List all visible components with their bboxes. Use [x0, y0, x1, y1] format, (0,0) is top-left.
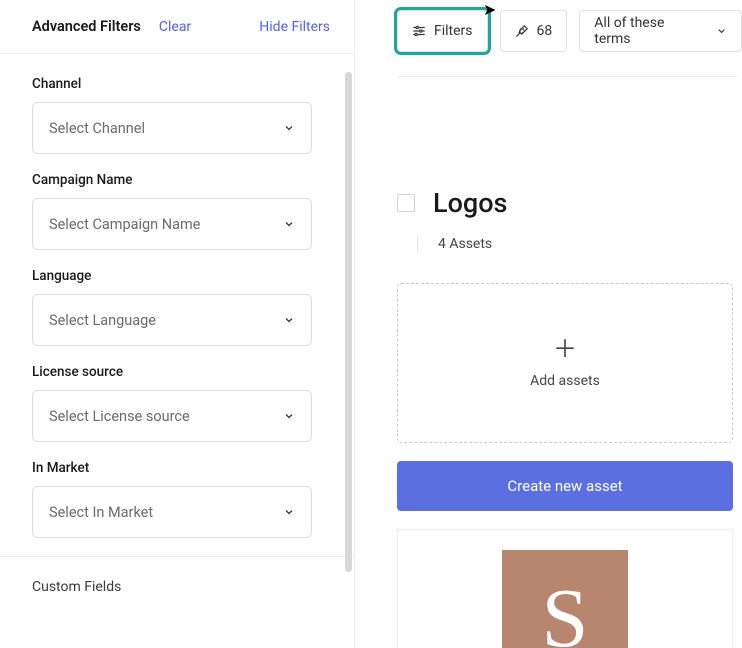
select-placeholder: Select In Market	[49, 504, 153, 521]
chevron-down-icon	[283, 218, 295, 230]
advanced-filters-sidebar: Advanced Filters Clear Hide Filters Chan…	[0, 0, 355, 648]
select-placeholder: Select Campaign Name	[49, 216, 200, 233]
license-source-select[interactable]: Select License source	[32, 390, 312, 442]
clear-filters-link[interactable]: Clear	[159, 19, 191, 35]
filters-button-label: Filters	[434, 23, 473, 39]
custom-fields-label: Custom Fields	[32, 579, 121, 595]
filter-field-campaign-name: Campaign Name Select Campaign Name	[32, 172, 322, 250]
plus-icon: ＋	[553, 337, 577, 361]
sliders-icon	[412, 24, 426, 38]
chevron-down-icon	[283, 410, 295, 422]
filter-field-channel: Channel Select Channel	[32, 76, 322, 154]
filters-list: Channel Select Channel Campaign Name Sel…	[0, 53, 354, 648]
chevron-down-icon	[283, 314, 295, 326]
asset-count-row: 4 Assets	[355, 219, 742, 253]
custom-fields-section: Custom Fields	[0, 556, 354, 617]
logo-letter: S	[542, 577, 589, 648]
sidebar-header: Advanced Filters Clear Hide Filters	[0, 0, 354, 53]
add-assets-label: Add assets	[530, 373, 600, 389]
language-select[interactable]: Select Language	[32, 294, 312, 346]
field-label: Campaign Name	[32, 172, 322, 188]
add-assets-card[interactable]: ＋ Add assets	[397, 283, 733, 443]
select-all-checkbox[interactable]	[397, 194, 415, 212]
field-label: Language	[32, 268, 322, 284]
filter-field-language: Language Select Language	[32, 268, 322, 346]
select-placeholder: Select Language	[49, 312, 156, 329]
chevron-down-icon	[283, 506, 295, 518]
asset-thumbnail[interactable]: S	[397, 529, 733, 648]
asset-count: 4 Assets	[438, 236, 492, 252]
section-title: Logos	[433, 187, 507, 219]
create-new-asset-button[interactable]: Create new asset	[397, 461, 733, 511]
field-label: In Market	[32, 460, 322, 476]
terms-dropdown[interactable]: All of these terms	[579, 10, 742, 52]
select-placeholder: Select License source	[49, 408, 190, 425]
channel-select[interactable]: Select Channel	[32, 102, 312, 154]
sidebar-title: Advanced Filters	[32, 18, 141, 35]
filter-field-in-market: In Market Select In Market	[32, 460, 322, 538]
filters-button[interactable]: Filters	[397, 10, 488, 52]
field-label: Channel	[32, 76, 322, 92]
campaign-name-select[interactable]: Select Campaign Name	[32, 198, 312, 250]
logo-tile: S	[502, 550, 628, 648]
toolbar: Filters ➤ 68 All of these terms	[355, 10, 742, 52]
field-label: License source	[32, 364, 322, 380]
sidebar-scrollbar[interactable]	[345, 72, 352, 572]
terms-label: All of these terms	[594, 15, 696, 47]
pin-count-label: 68	[537, 23, 553, 39]
vertical-divider	[417, 235, 418, 253]
cards-area: ＋ Add assets Create new asset S	[355, 253, 742, 648]
in-market-select[interactable]: Select In Market	[32, 486, 312, 538]
filter-field-license-source: License source Select License source	[32, 364, 322, 442]
select-placeholder: Select Channel	[49, 120, 145, 137]
chevron-down-icon	[283, 122, 295, 134]
pin-count-button[interactable]: 68	[500, 10, 568, 52]
chevron-down-icon	[716, 25, 727, 37]
main-content: Filters ➤ 68 All of these terms Logos 4 …	[355, 0, 742, 648]
hide-filters-link[interactable]: Hide Filters	[259, 19, 330, 35]
create-new-asset-label: Create new asset	[507, 477, 622, 495]
pin-icon	[515, 24, 529, 38]
section-header: Logos	[355, 77, 742, 219]
